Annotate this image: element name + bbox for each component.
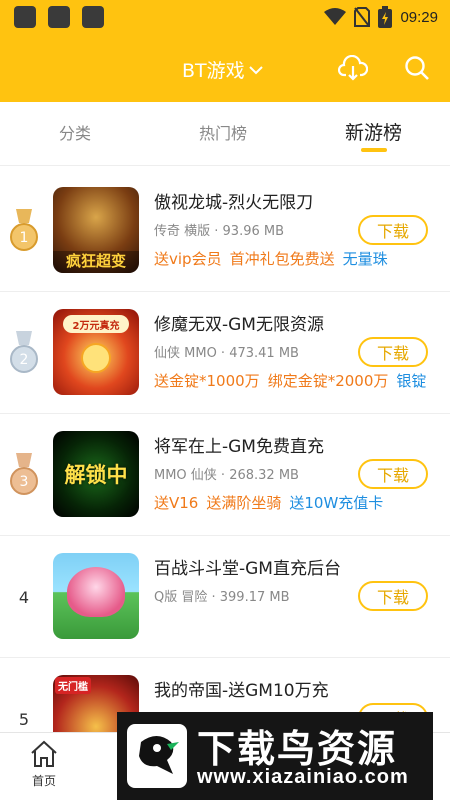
home-icon	[31, 740, 57, 767]
game-tags: 送vip会员 首冲礼包免费送 无量珠	[154, 248, 450, 269]
game-tags: 送金锭*1000万 绑定金锭*2000万 银锭	[154, 370, 450, 391]
game-list-item[interactable]: 3 解锁中 将军在上-GM免费直充 MMO 仙侠 · 268.32 MB 送V1…	[0, 414, 450, 536]
status-time: 09:29	[400, 8, 438, 26]
category-dropdown[interactable]: BT游戏	[182, 56, 263, 83]
game-icon[interactable]: 2万元真充	[53, 309, 139, 395]
nav-home-label: 首页	[31, 774, 56, 788]
gold-medal-icon: 1	[10, 209, 38, 251]
game-title: 我的帝国-送GM10万充	[154, 681, 329, 701]
tab-category[interactable]: 分类	[59, 120, 91, 144]
tag: 绑定金锭*2000万	[267, 372, 389, 390]
tag: 送vip会员	[154, 250, 222, 268]
tag: 无量珠	[342, 250, 388, 268]
app-header: BT游戏	[0, 34, 450, 102]
rank-number: 5	[18, 710, 30, 729]
game-list-item[interactable]: 2 2万元真充 修魔无双-GM无限资源 仙侠 MMO · 473.41 MB 送…	[0, 292, 450, 414]
thumb-caption: 2万元真充	[72, 321, 120, 332]
rank-number: 4	[18, 588, 30, 607]
silver-medal-icon: 2	[10, 331, 38, 373]
tab-bar: 分类 热门榜 新游榜	[0, 102, 450, 166]
active-tab-indicator	[361, 148, 387, 152]
game-tags: 送V16 送满阶坐骑 送10W充值卡	[154, 492, 450, 513]
tab-new-ranking[interactable]: 新游榜	[345, 118, 402, 145]
game-icon[interactable]: 疯狂超变	[53, 187, 139, 273]
game-meta: MMO 仙侠 · 268.32 MB	[154, 468, 299, 483]
game-list-item[interactable]: 1 疯狂超变 傲视龙城-烈火无限刀 传奇 横版 · 93.96 MB 送vip会…	[0, 170, 450, 292]
tag: 送满阶坐骑	[206, 494, 282, 512]
download-manager-button[interactable]	[337, 52, 369, 84]
battery-icon	[378, 6, 393, 28]
bronze-medal-icon: 3	[10, 453, 38, 495]
tag: 送10W充值卡	[289, 494, 384, 512]
search-button[interactable]	[401, 52, 433, 84]
tag: 首冲礼包免费送	[229, 250, 335, 268]
tag: 银锭	[396, 372, 427, 390]
game-icon[interactable]: 解锁中	[53, 431, 139, 517]
chevron-down-icon	[248, 65, 263, 74]
game-meta: 传奇 横版 · 93.96 MB	[154, 224, 285, 239]
svg-text:2: 2	[20, 352, 29, 368]
bird-logo-icon	[127, 724, 187, 788]
download-button[interactable]: 下载	[358, 337, 428, 367]
watermark: 下载鸟资源 www.xiazainiao.com	[117, 712, 433, 800]
thumb-caption: 无门槛	[55, 677, 91, 694]
watermark-title: 下载鸟资源	[197, 727, 398, 771]
no-sim-icon	[354, 7, 371, 27]
notification-icon	[48, 6, 70, 28]
game-title: 百战斗斗堂-GM直充后台	[154, 559, 341, 579]
svg-text:3: 3	[20, 474, 29, 490]
wifi-icon	[324, 8, 347, 25]
page-title: BT游戏	[182, 60, 245, 82]
game-title: 傲视龙城-烈火无限刀	[154, 193, 314, 213]
svg-text:1: 1	[20, 230, 29, 246]
download-button[interactable]: 下载	[358, 581, 428, 611]
notification-icon	[14, 6, 36, 28]
watermark-url: www.xiazainiao.com	[197, 766, 409, 788]
game-meta: Q版 冒险 · 399.17 MB	[154, 590, 290, 605]
download-button[interactable]: 下载	[358, 459, 428, 489]
game-title: 修魔无双-GM无限资源	[154, 315, 324, 335]
game-title: 将军在上-GM免费直充	[154, 437, 324, 457]
cloud-download-icon	[338, 55, 368, 81]
game-icon[interactable]	[53, 553, 139, 639]
download-button[interactable]: 下载	[358, 215, 428, 245]
thumb-caption: 解锁中	[64, 463, 128, 487]
status-bar: 09:29	[0, 0, 450, 34]
notification-icon	[82, 6, 104, 28]
nav-home[interactable]: 首页	[19, 739, 69, 789]
search-icon	[405, 56, 429, 80]
game-meta: 仙侠 MMO · 473.41 MB	[154, 346, 299, 361]
tag: 送V16	[154, 494, 199, 512]
game-list-item[interactable]: 4 百战斗斗堂-GM直充后台 Q版 冒险 · 399.17 MB 下载	[0, 536, 450, 658]
tab-hot-ranking[interactable]: 热门榜	[199, 120, 247, 144]
thumb-caption: 疯狂超变	[65, 252, 126, 270]
tag: 送金锭*1000万	[154, 372, 260, 390]
